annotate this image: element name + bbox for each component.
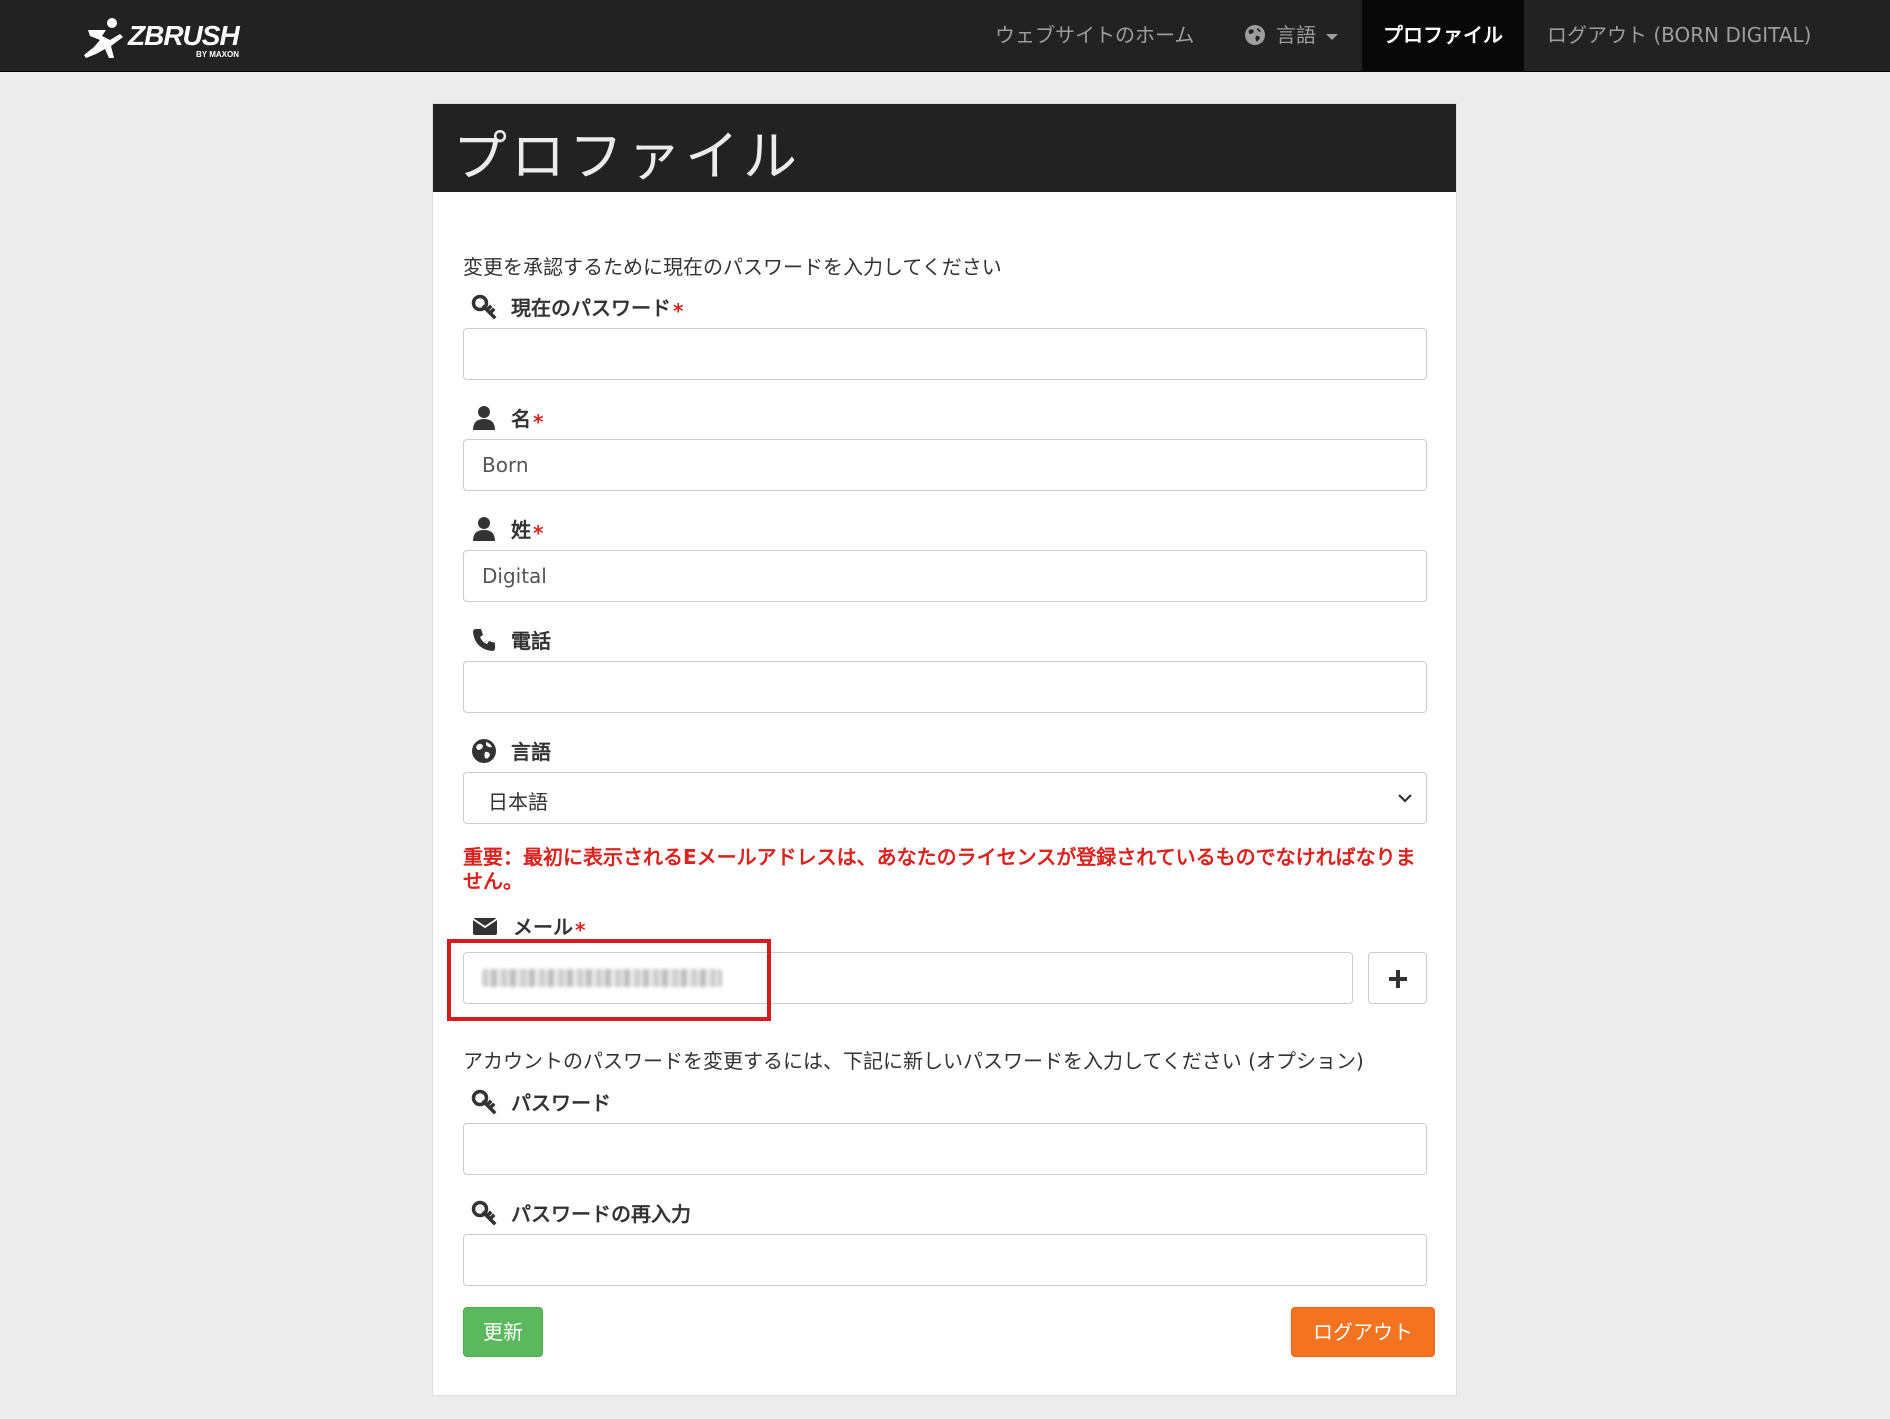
language-select[interactable]: 日本語 xyxy=(463,772,1427,824)
required-mark: * xyxy=(533,520,544,545)
key-icon xyxy=(471,1089,497,1114)
nav-logout[interactable]: ログアウト (BORN DIGITAL) xyxy=(1547,0,1811,72)
top-navbar: ZBRUSH BY MAXON ウェブサイトのホーム 言語 プロファイル ログア… xyxy=(0,0,1890,72)
envelope-icon xyxy=(472,917,498,935)
new-password-label: パスワード xyxy=(471,1087,611,1116)
zbrush-logo[interactable]: ZBRUSH BY MAXON xyxy=(80,16,250,62)
first-name-label-text: 名 xyxy=(511,407,531,431)
confirm-password-input[interactable] xyxy=(463,1234,1427,1286)
last-name-label: 姓 * xyxy=(471,514,544,545)
current-password-intro: 変更を承認するために現在のパスワードを入力してください xyxy=(463,255,1002,279)
email-highlight-box xyxy=(447,939,771,1021)
user-icon xyxy=(473,405,495,430)
required-mark: * xyxy=(533,409,544,434)
current-password-input[interactable] xyxy=(463,328,1427,380)
plus-icon-vertical xyxy=(1396,970,1400,988)
confirm-password-label: パスワードの再入力 xyxy=(471,1198,691,1227)
password-change-intro: アカウントのパスワードを変更するには、下記に新しいパスワードを入力してください … xyxy=(463,1049,1364,1073)
email-warning: 重要：最初に表示されるEメールアドレスは、あなたのライセンスが登録されているもの… xyxy=(463,845,1416,893)
current-password-label-text: 現在のパスワード xyxy=(511,296,671,320)
user-icon xyxy=(473,516,495,541)
panel-header: プロファイル xyxy=(433,104,1456,192)
profile-panel: プロファイル 変更を承認するために現在のパスワードを入力してください 現在のパス… xyxy=(432,103,1457,1396)
nav-website-home[interactable]: ウェブサイトのホーム xyxy=(995,0,1194,72)
nav-profile[interactable]: プロファイル xyxy=(1362,0,1524,72)
email-label: メール * xyxy=(471,911,586,942)
last-name-label-text: 姓 xyxy=(511,518,531,542)
logo-subtext: BY MAXON xyxy=(196,50,239,59)
chevron-down-icon xyxy=(1398,794,1412,803)
phone-icon xyxy=(473,628,495,651)
add-email-button[interactable] xyxy=(1368,952,1427,1004)
required-mark: * xyxy=(575,917,586,942)
key-icon xyxy=(471,1200,497,1225)
first-name-input[interactable]: Born xyxy=(463,439,1427,491)
logout-button[interactable]: ログアウト xyxy=(1291,1307,1435,1357)
zbrush-figure-icon xyxy=(84,18,123,58)
current-password-label: 現在のパスワード * xyxy=(471,292,684,323)
page-title: プロファイル xyxy=(453,125,801,188)
nav-language-label: 言語 xyxy=(1276,23,1316,47)
first-name-label: 名 * xyxy=(471,403,544,434)
language-label-text: 言語 xyxy=(511,740,551,764)
nav-language-dropdown[interactable]: 言語 xyxy=(1244,0,1338,72)
globe-icon xyxy=(1245,24,1265,45)
last-name-input[interactable]: Digital xyxy=(463,550,1427,602)
phone-input[interactable] xyxy=(463,661,1427,713)
globe-icon xyxy=(472,738,496,763)
phone-label: 電話 xyxy=(471,625,551,654)
language-label: 言語 xyxy=(471,736,551,765)
update-button[interactable]: 更新 xyxy=(463,1307,543,1357)
confirm-password-label-text: パスワードの再入力 xyxy=(511,1202,691,1226)
phone-label-text: 電話 xyxy=(511,629,551,653)
language-select-value: 日本語 xyxy=(488,790,548,814)
logo-text: ZBRUSH xyxy=(128,20,240,51)
caret-down-icon xyxy=(1326,33,1338,40)
email-label-text: メール xyxy=(513,915,573,939)
new-password-input[interactable] xyxy=(463,1123,1427,1175)
required-mark: * xyxy=(673,298,684,323)
new-password-label-text: パスワード xyxy=(511,1091,611,1115)
key-icon xyxy=(471,294,497,319)
